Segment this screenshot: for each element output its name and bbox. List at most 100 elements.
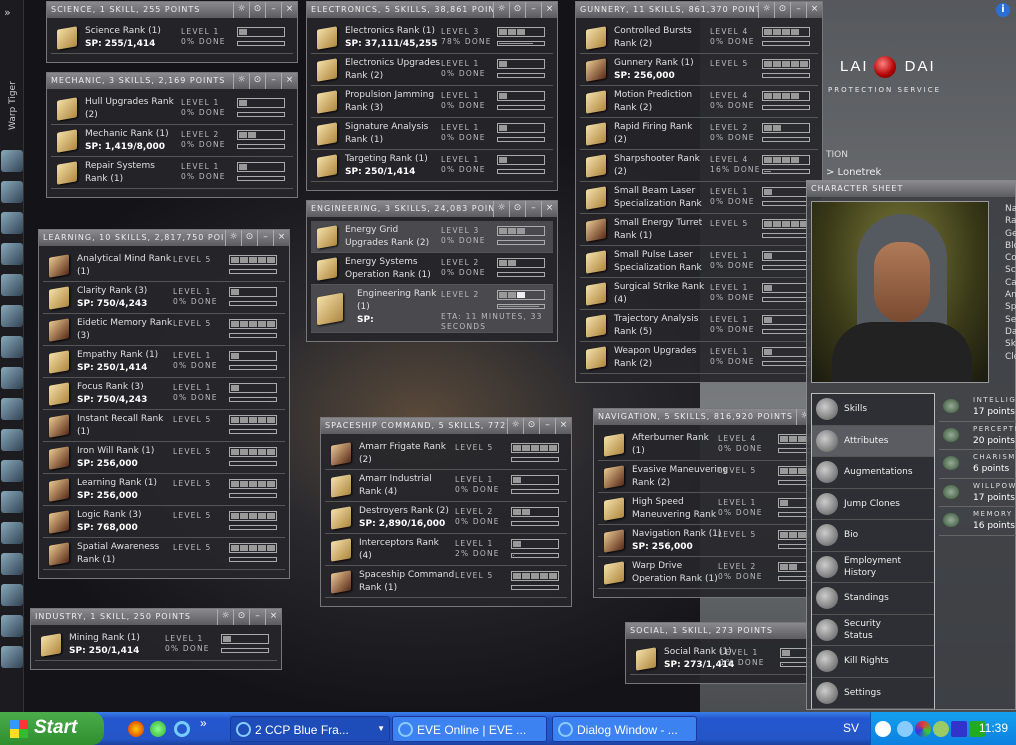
settings-icon[interactable]: ☼ <box>493 201 509 217</box>
skill-row[interactable]: Electronics Upgrades Rank (2) LEVEL 1 0% DO… <box>311 54 553 86</box>
agency-icon[interactable] <box>1 150 23 172</box>
skill-row[interactable]: Spaceship Command Rank (1) LEVEL 5 <box>325 566 567 598</box>
close-icon[interactable]: × <box>281 2 297 18</box>
skill-row[interactable]: High Speed Maneuvering Rank LEVEL 1 0% DONE <box>598 493 826 525</box>
assets-icon[interactable] <box>1 336 23 358</box>
settings-icon[interactable]: ☼ <box>233 73 249 89</box>
close-icon[interactable]: × <box>273 230 289 246</box>
taskbar-task[interactable]: 2 CCP Blue Fra... ▼ <box>230 716 390 742</box>
skill-row[interactable]: Instant Recall Rank (1) LEVEL 5 <box>43 410 285 442</box>
collapse-button[interactable]: » <box>4 6 11 19</box>
menu-item-standings[interactable]: Standings <box>812 583 934 615</box>
skill-row[interactable]: Signature Analysis Rank (1) LEVEL 1 0% DONE <box>311 118 553 150</box>
corporation-icon[interactable] <box>1 274 23 296</box>
menu-item-jump-clones[interactable]: Jump Clones <box>812 489 934 520</box>
start-button[interactable]: Start <box>0 712 104 745</box>
wallet-icon[interactable] <box>1 367 23 389</box>
group-dropdown-icon[interactable]: ▼ <box>377 724 385 733</box>
character-icon[interactable] <box>1 181 23 203</box>
skill-row[interactable]: Energy Grid Upgrades Rank (2) LEVEL 3 0% DO… <box>311 221 553 253</box>
skill-row[interactable]: Propulsion Jamming Rank (3) LEVEL 1 0% DONE <box>311 86 553 118</box>
quicklaunch-overflow[interactable]: » <box>200 716 207 730</box>
skill-row[interactable]: Electronics Rank (1) SP: 37,111/45,255 LEV… <box>311 22 553 54</box>
skill-row[interactable]: Afterburner Rank (1) LEVEL 4 0% DONE <box>598 429 826 461</box>
pin-icon[interactable]: ⊙ <box>249 73 265 89</box>
market-icon[interactable] <box>1 398 23 420</box>
skill-row[interactable]: Amarr Industrial Rank (4) LEVEL 1 0% DONE <box>325 470 567 502</box>
menu-item-attributes[interactable]: Attributes <box>812 425 934 457</box>
ie-icon[interactable] <box>174 721 190 737</box>
panel-title[interactable]: NAVIGATION, 5 SKILLS, 816,920 POINTS <box>594 409 812 425</box>
skill-row[interactable]: Mining Rank (1) SP: 250/1,414 LEVEL 1 0% DO… <box>35 629 277 661</box>
settings-icon[interactable]: ☼ <box>225 230 241 246</box>
pin-icon[interactable]: ⊙ <box>774 2 790 18</box>
skill-row[interactable]: Social Rank (1) SP: 273/1,414 LEVEL 1 1% DO… <box>630 643 828 675</box>
pin-icon[interactable]: ⊙ <box>509 201 525 217</box>
people-icon[interactable] <box>1 522 23 544</box>
info-icon[interactable]: i <box>996 3 1010 17</box>
close-icon[interactable]: × <box>265 609 281 625</box>
attribute-perception[interactable]: PERCEPTION 20 points <box>939 422 1016 450</box>
skill-row[interactable]: Warp Drive Operation Rank (1) LEVEL 2 0% DO… <box>598 557 826 589</box>
skill-row[interactable]: Energy Systems Operation Rank (1) LEVEL 20… <box>311 253 553 285</box>
menu-item-employment-history[interactable]: Employment History <box>812 552 934 583</box>
skill-row[interactable]: Motion Prediction Rank (2) LEVEL 4 0% DONE <box>580 86 818 118</box>
skill-row[interactable]: Surgical Strike Rank (4) LEVEL 1 0% DONE <box>580 278 818 310</box>
attribute-willpower[interactable]: WILLPOWER 17 points <box>939 479 1016 507</box>
minimize-icon[interactable]: – <box>790 2 806 18</box>
menu-item-bio[interactable]: Bio <box>812 520 934 552</box>
skill-row[interactable]: Sharpshooter Rank (2) LEVEL 4 16% DONE <box>580 150 818 182</box>
attribute-charisma[interactable]: CHARISMA 6 points <box>939 450 1016 479</box>
skill-row[interactable]: Evasive Maneuvering Rank (2) LEVEL 5 <box>598 461 826 493</box>
skill-row[interactable]: Engineering Rank (1) SP: LEVEL 2 ETA: 11 MIN… <box>311 285 553 333</box>
skill-row[interactable]: Destroyers Rank (2) SP: 2,890/16,000 LEVEL… <box>325 502 567 534</box>
close-icon[interactable]: × <box>555 418 571 434</box>
tray-filter-icon[interactable] <box>951 721 967 737</box>
map-icon[interactable] <box>1 305 23 327</box>
skill-row[interactable]: Weapon Upgrades Rank (2) LEVEL 1 0% DONE <box>580 342 818 374</box>
minimize-icon[interactable]: – <box>539 418 555 434</box>
skill-row[interactable]: Repair Systems Rank (1) LEVEL 1 0% DONE <box>51 157 293 189</box>
pin-icon[interactable]: ⊙ <box>233 609 249 625</box>
tray-app-icon[interactable] <box>915 721 931 737</box>
attribute-intelligence[interactable]: INTELLIGENCE 17 points <box>939 393 1016 422</box>
skill-row[interactable]: Learning Rank (1) SP: 256,000 LEVEL 5 <box>43 474 285 506</box>
minimize-icon[interactable]: – <box>249 609 265 625</box>
skill-row[interactable]: Targeting Rank (1) SP: 250/1,414 LEVEL 1 0%… <box>311 150 553 182</box>
settings-icon[interactable]: ☼ <box>758 2 774 18</box>
fitting-icon[interactable] <box>1 584 23 606</box>
skill-row[interactable]: Mechanic Rank (1) SP: 1,419/8,000 LEVEL 20… <box>51 125 293 157</box>
settings-icon[interactable]: ☼ <box>233 2 249 18</box>
settings-icon[interactable]: ☼ <box>217 609 233 625</box>
pin-icon[interactable]: ⊙ <box>523 418 539 434</box>
menu-item-settings[interactable]: Settings <box>812 678 934 709</box>
minimize-icon[interactable]: – <box>525 2 541 18</box>
attribute-memory[interactable]: MEMORY 16 points <box>939 507 1016 536</box>
network-icon[interactable] <box>897 721 913 737</box>
notepad-icon[interactable] <box>1 243 23 265</box>
taskbar-task[interactable]: EVE Online | EVE ... <box>392 716 547 742</box>
skill-row[interactable]: Trajectory Analysis Rank (5) LEVEL 1 0% DON… <box>580 310 818 342</box>
tray-user-icon[interactable] <box>933 721 949 737</box>
pin-icon[interactable]: ⊙ <box>241 230 257 246</box>
ships-icon[interactable] <box>1 615 23 637</box>
skill-row[interactable]: Hull Upgrades Rank (2) LEVEL 1 0% DONE <box>51 93 293 125</box>
close-icon[interactable]: × <box>541 2 557 18</box>
skill-row[interactable]: Logic Rank (3) SP: 768,000 LEVEL 5 <box>43 506 285 538</box>
science-icon[interactable] <box>1 429 23 451</box>
minimize-icon[interactable]: – <box>265 2 281 18</box>
menu-item-security-status[interactable]: Security Status <box>812 615 934 646</box>
skill-row[interactable]: Analytical Mind Rank (1) LEVEL 5 <box>43 250 285 282</box>
firefox-icon[interactable] <box>128 721 144 737</box>
tray-expand-icon[interactable] <box>875 721 891 737</box>
pin-icon[interactable]: ⊙ <box>509 2 525 18</box>
skill-row[interactable]: Iron Will Rank (1) SP: 256,000 LEVEL 5 <box>43 442 285 474</box>
mail-icon[interactable] <box>1 212 23 234</box>
menu-item-augmentations[interactable]: Augmentations <box>812 457 934 489</box>
panel-title[interactable]: SOCIAL, 1 SKILL, 273 POINTS <box>626 623 814 639</box>
skill-row[interactable]: Controlled Bursts Rank (2) LEVEL 4 0% DONE <box>580 22 818 54</box>
skill-row[interactable]: Eidetic Memory Rank (3) LEVEL 5 <box>43 314 285 346</box>
journal-icon[interactable] <box>1 553 23 575</box>
location-value[interactable]: > Lonetrek <box>826 167 881 178</box>
skill-row[interactable]: Empathy Rank (1) SP: 250/1,414 LEVEL 1 0% D… <box>43 346 285 378</box>
